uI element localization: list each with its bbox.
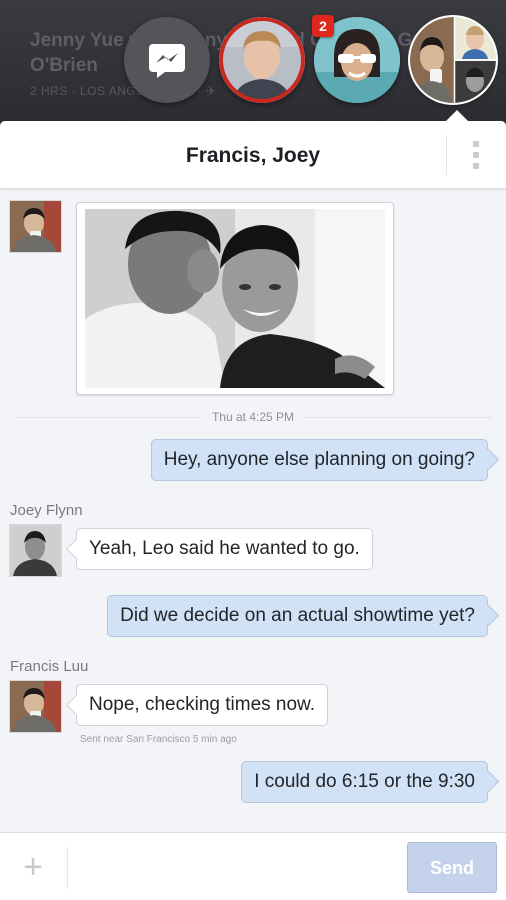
add-attachment-button[interactable]: +	[16, 850, 50, 885]
chat-head-group-francis-joey[interactable]	[410, 17, 496, 103]
conversation-header: Francis, Joey	[0, 121, 506, 189]
contact-1-avatar	[219, 17, 305, 103]
location-note: Sent near San Francisco 5 min ago	[80, 734, 237, 745]
shared-photo[interactable]	[76, 202, 394, 395]
timestamp-text: Thu at 4:25 PM	[201, 410, 305, 424]
message-composer: + Send	[0, 832, 506, 900]
chat-head-contact-2[interactable]: 2	[312, 15, 400, 103]
timestamp-label: Thu at 4:25 PM	[0, 410, 506, 424]
sender-name-joey: Joey Flynn	[10, 502, 83, 519]
composer-divider	[67, 847, 68, 889]
more-options-button[interactable]	[466, 141, 486, 169]
chat-panel: Francis, Joey Thu at 4:25 PM Hey, anyone…	[0, 121, 506, 900]
francis-avatar[interactable]	[10, 201, 61, 252]
incoming-message-bubble[interactable]: Nope, checking times now.	[76, 684, 329, 726]
outgoing-message-bubble[interactable]: Did we decide on an actual showtime yet?	[107, 595, 488, 637]
outgoing-message-bubble[interactable]: Hey, anyone else planning on going?	[150, 439, 488, 481]
joey-avatar[interactable]	[10, 525, 61, 576]
group-avatar	[410, 17, 496, 103]
conversation-title: Francis, Joey	[185, 144, 321, 167]
menu-dot-icon	[473, 141, 479, 147]
messenger-bolt-icon	[149, 44, 185, 78]
chat-head-contact-1[interactable]	[219, 17, 305, 103]
messenger-chat-head[interactable]	[124, 17, 210, 103]
francis-avatar[interactable]	[10, 681, 61, 732]
photo-image	[85, 209, 385, 388]
menu-dot-icon	[473, 163, 479, 169]
active-head-pointer	[446, 110, 468, 121]
incoming-message-bubble[interactable]: Yeah, Leo said he wanted to go.	[76, 528, 373, 570]
send-button[interactable]: Send	[407, 842, 497, 893]
unread-badge: 2	[312, 15, 334, 37]
menu-dot-icon	[473, 152, 479, 158]
header-divider	[446, 135, 447, 175]
outgoing-message-bubble[interactable]: I could do 6:15 or the 9:30	[241, 761, 488, 803]
sender-name-francis: Francis Luu	[10, 658, 89, 675]
message-input[interactable]	[80, 847, 396, 891]
